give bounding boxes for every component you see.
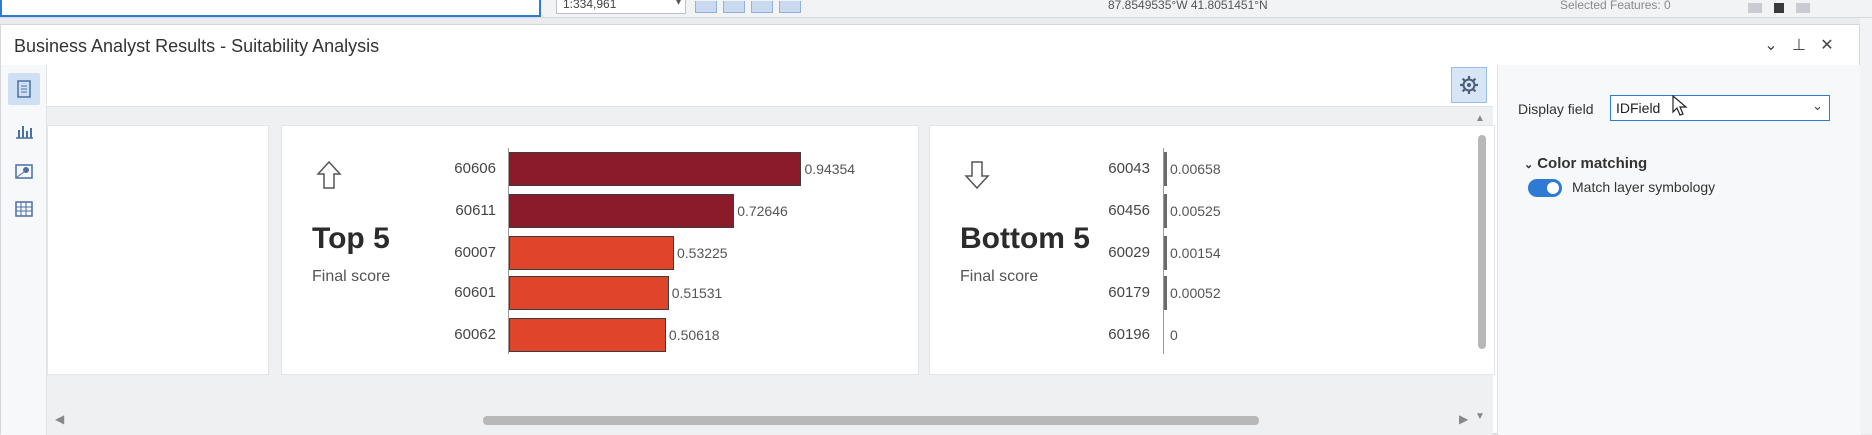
map-view-frame — [0, 0, 541, 17]
bar[interactable] — [509, 318, 666, 352]
bar-axis — [508, 148, 509, 354]
previous-card — [47, 125, 269, 375]
document-icon — [17, 80, 31, 98]
rotate-icon[interactable] — [779, 1, 801, 13]
chevron-down-icon[interactable]: ▾ — [676, 0, 681, 8]
bottom-5-subtitle: Final score — [960, 268, 1039, 285]
bar[interactable] — [1164, 194, 1167, 228]
chevron-down-icon[interactable]: ⌄ — [1763, 35, 1779, 55]
mouse-cursor-icon — [1672, 95, 1688, 116]
bar-value-label: 0.50618 — [668, 327, 720, 343]
color-matching-label: Color matching — [1537, 155, 1648, 172]
display-field-label: Display field — [1518, 101, 1594, 117]
pane-title: Business Analyst Results - Suitability A… — [14, 36, 380, 56]
bar[interactable] — [509, 152, 802, 186]
vertical-scrollbar[interactable]: ▲ ▼ — [1473, 111, 1489, 429]
match-symbology-toggle[interactable] — [1528, 179, 1562, 197]
color-matching-section[interactable]: ⌄ Color matching — [1524, 155, 1647, 172]
pan-icon[interactable] — [751, 1, 773, 13]
settings-panel: Display field IDField ⌄ ⌄ Color matching … — [1497, 65, 1861, 435]
close-icon[interactable]: ✕ — [1819, 35, 1835, 55]
chevron-down-icon[interactable]: ⌄ — [1524, 158, 1533, 171]
chevron-down-icon[interactable]: ⌄ — [1812, 98, 1823, 114]
bar-value-label: 0.00052 — [1170, 285, 1221, 301]
pause-icon[interactable] — [1774, 3, 1784, 13]
report-view-button[interactable] — [8, 73, 40, 105]
bottom-5-card: Bottom 5 Final score 60043 0.00658 60456 0.… — [929, 125, 1495, 375]
bar-label: 60062 — [454, 326, 496, 343]
bar-chart-icon — [16, 126, 33, 139]
bar-value-label: 0.53225 — [676, 245, 728, 261]
report-toolbar — [47, 65, 1493, 107]
scroll-left-icon[interactable]: ◀ — [55, 412, 64, 426]
bar-label: 60179 — [1108, 284, 1150, 301]
bar[interactable] — [1164, 276, 1167, 310]
scroll-down-icon[interactable]: ▼ — [1475, 411, 1485, 422]
display-field-select[interactable]: IDField ⌄ — [1610, 95, 1830, 121]
match-symbology-label: Match layer symbology — [1572, 179, 1716, 195]
bar[interactable] — [1164, 236, 1167, 270]
table-view-button[interactable] — [8, 193, 40, 225]
pin-icon[interactable]: ⊥ — [1791, 35, 1807, 55]
horizontal-scroll-thumb[interactable] — [483, 416, 1259, 425]
top-5-subtitle: Final score — [312, 268, 391, 285]
chart-view-button[interactable] — [8, 115, 40, 147]
horizontal-scrollbar[interactable]: ◀ ▶ — [47, 411, 1473, 429]
bar-value-label: 0.72646 — [737, 203, 788, 219]
map-status-bar: 1:334,961 ▾ 87.8549535°W 41.8051451°N Se… — [0, 0, 1872, 18]
scroll-up-icon[interactable]: ▲ — [1475, 113, 1485, 124]
arrow-up-icon — [316, 160, 342, 189]
scale-value: 1:334,961 — [563, 0, 617, 11]
scroll-right-icon[interactable]: ▶ — [1459, 412, 1468, 426]
bar-label: 60611 — [455, 202, 496, 219]
display-field-value: IDField — [1616, 100, 1661, 116]
clear-selection-icon[interactable] — [1748, 3, 1762, 13]
window-edge — [1860, 18, 1872, 434]
scale-select[interactable]: 1:334,961 ▾ — [556, 0, 686, 14]
fixed-zoom-icon[interactable] — [695, 1, 717, 13]
bar-value-label: 0.00154 — [1170, 245, 1221, 261]
bar-label: 60601 — [454, 284, 496, 301]
bar-label: 60196 — [1108, 326, 1150, 343]
bar-value-label: 0.00658 — [1170, 161, 1221, 177]
gear-icon — [1460, 76, 1478, 94]
bar[interactable] — [509, 194, 735, 228]
arrow-down-icon — [964, 161, 990, 190]
bar-value-label: 0.94354 — [804, 161, 856, 177]
bar-label: 60043 — [1108, 160, 1150, 177]
bar-axis — [1163, 148, 1164, 354]
navigation-tools — [695, 0, 885, 14]
map-locator-icon — [15, 164, 33, 179]
bar[interactable] — [509, 236, 674, 270]
coordinates-readout: 87.8549535°W 41.8051451°N — [1108, 0, 1268, 12]
map-view-button[interactable] — [8, 155, 40, 187]
bar-label: 60606 — [454, 160, 496, 177]
results-pane: Business Analyst Results - Suitability A… — [0, 24, 1861, 435]
bottom-5-heading: Bottom 5 — [960, 222, 1090, 255]
selected-features-count: Selected Features: 0 — [1560, 0, 1671, 12]
status-icons — [1748, 0, 1822, 18]
bar-value-label: 0.00525 — [1170, 203, 1221, 219]
settings-button[interactable] — [1451, 67, 1487, 103]
report-canvas: Top 5 Final score 60606 0.94354 60611 0.726… — [47, 107, 1495, 435]
bar-value-label: 0 — [1170, 327, 1178, 343]
bar-label: 60029 — [1108, 244, 1150, 261]
view-sidebar — [1, 65, 47, 435]
vertical-scroll-thumb[interactable] — [1478, 135, 1486, 349]
bar-label: 60456 — [1108, 202, 1150, 219]
top-5-card: Top 5 Final score 60606 0.94354 60611 0.726… — [281, 125, 919, 375]
table-icon — [15, 201, 33, 217]
top-5-heading: Top 5 — [312, 222, 390, 255]
pane-window-controls: ⌄ ⊥ ✕ — [1763, 35, 1835, 55]
grid-icon[interactable] — [723, 1, 745, 13]
bar-label: 60007 — [454, 244, 496, 261]
bar[interactable] — [509, 276, 669, 310]
bar-value-label: 0.51531 — [671, 285, 723, 301]
refresh-icon[interactable] — [1796, 3, 1810, 13]
bar[interactable] — [1164, 152, 1167, 186]
